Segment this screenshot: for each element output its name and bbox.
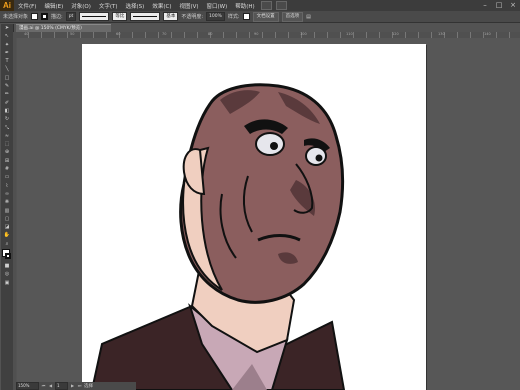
ruler-tick: 140 — [484, 32, 491, 36]
brush-dropdown[interactable]: 基本 — [163, 12, 179, 21]
bridge-button[interactable] — [260, 1, 272, 10]
close-icon[interactable]: × — [506, 0, 520, 11]
status-bar: 150% ⏮ ◀ 1 ▶ ⏭ 选择 — [16, 382, 136, 390]
stroke-swatch[interactable] — [41, 13, 49, 20]
magic-wand-tool-icon[interactable]: ✦ — [1, 41, 13, 49]
app-logo: Ai — [0, 0, 14, 11]
menu-window[interactable]: 窗口(W) — [203, 2, 232, 10]
right-pupil — [315, 154, 323, 162]
left-eye — [255, 132, 285, 156]
pencil-tool-icon[interactable]: ✏ — [1, 90, 13, 98]
menu-view[interactable]: 视图(V) — [175, 2, 202, 10]
prev-artboard-icon[interactable]: ◀ — [48, 383, 53, 389]
type-tool-icon[interactable]: T — [1, 57, 13, 65]
menu-help[interactable]: 帮助(H) — [231, 2, 258, 10]
hand-tool-icon[interactable]: ✋ — [1, 231, 13, 239]
eraser-tool-icon[interactable]: ◧ — [1, 107, 13, 115]
last-artboard-icon[interactable]: ⏭ — [77, 383, 82, 389]
selection-tool-icon[interactable]: ➤ — [1, 24, 13, 32]
document-setup-button[interactable]: 文档设置 — [252, 11, 279, 22]
ruler-tick: 60 — [116, 32, 121, 36]
rectangle-tool-icon[interactable]: □ — [1, 74, 13, 82]
selection-status: 未选择对象 — [3, 14, 29, 20]
pen-tool-icon[interactable]: ✒ — [1, 49, 13, 57]
character-illustration[interactable] — [82, 44, 426, 390]
opacity-label[interactable]: 不透明度: — [181, 13, 203, 20]
control-bar: 未选择对象 描边: pt 等比 基本 不透明度: 100% 样式: 文档设置 首… — [0, 11, 520, 23]
free-transform-tool-icon[interactable]: ⬚ — [1, 140, 13, 148]
maximize-icon[interactable]: □ — [492, 0, 506, 11]
drawing-mode-icon[interactable]: ◎ — [1, 270, 13, 278]
opacity-field[interactable]: 100% — [206, 12, 225, 21]
slice-tool-icon[interactable]: ◪ — [1, 223, 13, 231]
mesh-tool-icon[interactable]: # — [1, 165, 13, 173]
artboard-number-field[interactable]: 1 — [55, 382, 68, 390]
artboard-tool-icon[interactable]: ▢ — [1, 215, 13, 223]
ruler-tick: 130 — [438, 32, 445, 36]
symbol-sprayer-tool-icon[interactable]: ❋ — [1, 198, 13, 206]
vertical-ruler — [13, 32, 16, 390]
menu-type[interactable]: 文字(T) — [95, 2, 122, 10]
graphic-style-swatch[interactable] — [242, 13, 250, 20]
scale-tool-icon[interactable]: ⤡ — [1, 124, 13, 132]
right-eye — [305, 146, 327, 166]
fill-stroke-widget[interactable] — [1, 248, 13, 262]
column-graph-tool-icon[interactable]: ▥ — [1, 207, 13, 215]
line-tool-icon[interactable]: ╲ — [1, 65, 13, 73]
left-pupil — [270, 142, 278, 150]
first-artboard-icon[interactable]: ⏮ — [41, 383, 46, 389]
ruler-tick: 90 — [254, 32, 259, 36]
ruler-tick: 80 — [208, 32, 213, 36]
variable-width-profile[interactable] — [79, 12, 110, 21]
menu-edit[interactable]: 编辑(E) — [40, 2, 67, 10]
ruler-tick: 50 — [70, 32, 75, 36]
rotate-tool-icon[interactable]: ↻ — [1, 115, 13, 123]
stroke-color-box[interactable] — [5, 253, 11, 260]
gradient-tool-icon[interactable]: ▭ — [1, 173, 13, 181]
blend-tool-icon[interactable]: ∞ — [1, 190, 13, 198]
shape-builder-tool-icon[interactable]: ⊕ — [1, 148, 13, 156]
menu-object[interactable]: 对象(O) — [67, 2, 95, 10]
menu-effect[interactable]: 效果(C) — [148, 2, 175, 10]
menu-select[interactable]: 选择(S) — [122, 2, 149, 10]
perspective-grid-tool-icon[interactable]: ⊞ — [1, 157, 13, 165]
preferences-button[interactable]: 首选项 — [281, 11, 304, 22]
stroke-weight-dropdown[interactable]: pt — [65, 12, 77, 21]
ruler-tick: 40 — [24, 32, 29, 36]
minimize-icon[interactable]: – — [478, 0, 492, 11]
blob-brush-tool-icon[interactable]: ✐ — [1, 99, 13, 107]
brush-definition-preview[interactable] — [130, 12, 161, 21]
stroke-label: 描边: — [51, 14, 63, 20]
ruler-tick: 120 — [392, 32, 399, 36]
style-label: 样式: — [227, 14, 240, 20]
paintbrush-tool-icon[interactable]: ✎ — [1, 82, 13, 90]
next-artboard-icon[interactable]: ▶ — [70, 383, 75, 389]
menu-file[interactable]: 文件(F) — [14, 2, 40, 10]
arrange-documents-button[interactable] — [275, 1, 287, 10]
zoom-field[interactable]: 150% — [16, 382, 39, 390]
direct-selection-tool-icon[interactable]: ↖ — [1, 32, 13, 40]
arrange-icon[interactable]: ▤ — [306, 14, 311, 20]
ruler-tick: 70 — [162, 32, 167, 36]
fill-swatch[interactable] — [31, 13, 39, 20]
ruler-tick: 100 — [300, 32, 307, 36]
eyedropper-tool-icon[interactable]: ⌇ — [1, 182, 13, 190]
ruler-tick: 110 — [346, 32, 353, 36]
line-style-dropdown[interactable]: 等比 — [112, 12, 128, 21]
warp-tool-icon[interactable]: ≈ — [1, 132, 13, 140]
artboard[interactable] — [82, 44, 426, 390]
current-tool-status[interactable]: 选择 — [84, 383, 93, 389]
zoom-tool-icon[interactable]: ⌕ — [1, 240, 13, 248]
menu-bar: Ai 文件(F) 编辑(E) 对象(O) 文字(T) 选择(S) 效果(C) 视… — [0, 0, 520, 11]
window-controls: – □ × — [478, 0, 520, 11]
color-mode-icon[interactable]: ■ — [1, 262, 13, 270]
screen-mode-icon[interactable]: ▣ — [1, 279, 13, 287]
